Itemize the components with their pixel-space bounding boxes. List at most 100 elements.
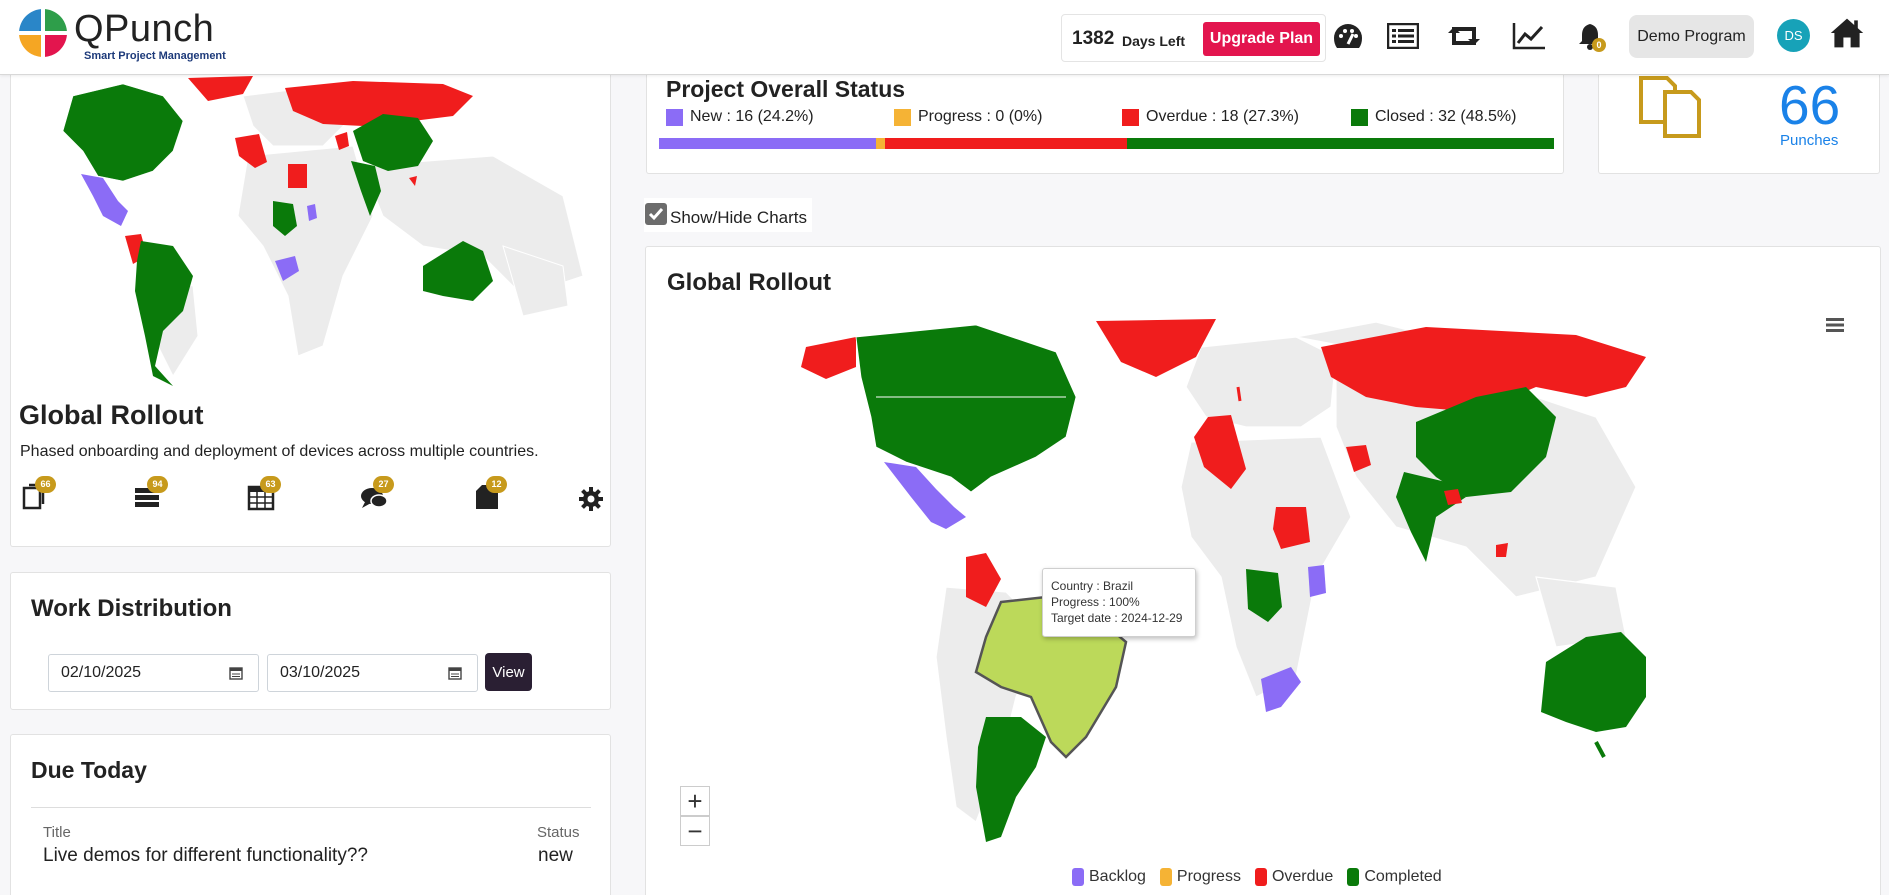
show-hide-charts-toggle[interactable]: Show/Hide Charts <box>644 198 812 232</box>
calendar-picker-icon[interactable] <box>229 666 243 680</box>
dashboard-icon[interactable] <box>1330 18 1366 54</box>
zoom-in-button[interactable]: + <box>680 786 710 816</box>
status-legend-progress: Progress : 0 (0%) <box>894 108 1042 126</box>
tasks-count-badge: 94 <box>147 476 168 493</box>
tooltip-country: Country : Brazil <box>1051 579 1134 593</box>
tasks-shortcut[interactable]: 94 <box>133 476 168 516</box>
charts-toggle-label: Show/Hide Charts <box>670 208 808 227</box>
column-header-status: Status <box>537 824 580 841</box>
project-title: Global Rollout <box>19 400 204 430</box>
map-title: Global Rollout <box>667 269 831 296</box>
legend-label: Progress <box>1176 868 1241 885</box>
map-tooltip: Country : Brazil Progress : 100% Target … <box>1042 568 1196 637</box>
map-region-kenya[interactable] <box>1308 565 1326 597</box>
brand-name: QPunch <box>74 8 215 50</box>
legend-swatch <box>1122 108 1139 126</box>
divider <box>31 807 591 808</box>
legend-label: Closed : 32 (48.5%) <box>1375 108 1517 125</box>
status-legend-overdue: Overdue : 18 (27.3%) <box>1122 108 1299 126</box>
zoom-out-button[interactable]: − <box>680 816 710 846</box>
copy-documents-icon <box>1639 76 1701 138</box>
upgrade-plan-button[interactable]: Upgrade Plan <box>1203 22 1320 56</box>
due-today-title: Due Today <box>31 757 147 783</box>
map-region-sudan[interactable] <box>1273 507 1310 549</box>
calendar-shortcut[interactable]: 63 <box>246 476 281 516</box>
legend-swatch <box>1159 868 1172 886</box>
calendar-picker-icon[interactable] <box>448 666 462 680</box>
map-region-alaska[interactable] <box>801 337 856 379</box>
status-legend-new: New : 16 (24.2%) <box>666 108 814 126</box>
map-region-argentina[interactable] <box>976 717 1046 842</box>
work-distribution-card: Work Distribution View <box>10 572 611 710</box>
notes-shortcut[interactable]: 12 <box>472 476 507 516</box>
status-bar-segment <box>1127 138 1554 149</box>
map-region-vietnam[interactable] <box>1496 543 1508 557</box>
documents-count-badge: 66 <box>35 476 56 493</box>
legend-label: Progress : 0 (0%) <box>918 108 1043 125</box>
status-bar-segment <box>875 138 886 149</box>
legend-label: Backlog <box>1089 868 1146 885</box>
list-view-icon[interactable] <box>1385 18 1421 54</box>
days-left-number: 1382 <box>1072 28 1115 49</box>
status-legend-closed: Closed : 32 (48.5%) <box>1351 108 1516 126</box>
from-date-input[interactable] <box>48 654 259 692</box>
line-chart-icon <box>1512 23 1545 50</box>
days-left-widget: 1382 Days Left Upgrade Plan <box>1061 14 1326 62</box>
project-description: Phased onboarding and deployment of devi… <box>20 443 539 460</box>
map-legend: Backlog Progress Overdue Completed <box>1072 868 1456 886</box>
to-date-input[interactable] <box>267 654 478 692</box>
legend-label: Completed <box>1364 868 1442 885</box>
notifications-button[interactable]: 0 <box>1572 18 1608 54</box>
legend-backlog[interactable]: Backlog <box>1072 868 1146 886</box>
legend-swatch <box>1347 868 1360 886</box>
analytics-icon[interactable] <box>1511 18 1547 54</box>
brand-logo[interactable]: QPunch Smart Project Management <box>18 8 238 66</box>
days-left-label: Days Left <box>1122 33 1186 49</box>
world-choropleth-map[interactable] <box>776 317 1696 857</box>
charts-checkbox[interactable] <box>645 203 667 225</box>
logo-mark-icon <box>18 8 68 58</box>
notes-count-badge: 12 <box>486 476 507 493</box>
project-overall-status-card: Project Overall Status New : 16 (24.2%) … <box>646 70 1564 174</box>
status-bar-segment <box>659 138 876 149</box>
project-mini-map <box>62 76 584 386</box>
due-item-title[interactable]: Live demos for different functionality?? <box>43 845 368 867</box>
legend-swatch <box>1254 868 1267 886</box>
notification-count-badge: 0 <box>1592 38 1606 52</box>
brand-tagline: Smart Project Management <box>84 50 226 62</box>
due-item-status: new <box>538 845 573 866</box>
punches-count: 66 <box>1779 74 1841 136</box>
map-region-europe[interactable] <box>1185 336 1337 428</box>
list-icon <box>1387 23 1419 49</box>
home-button[interactable] <box>1829 15 1865 51</box>
user-avatar[interactable]: DS <box>1777 19 1810 52</box>
gauge-icon <box>1334 24 1362 48</box>
project-card: Global Rollout Phased onboarding and dep… <box>10 70 611 547</box>
home-icon <box>1830 18 1864 48</box>
legend-swatch <box>666 108 683 126</box>
legend-label: Overdue <box>1271 868 1334 885</box>
comments-shortcut[interactable]: 27 <box>359 476 394 516</box>
top-navbar: QPunch Smart Project Management 1382 Day… <box>0 0 1889 75</box>
program-selector-button[interactable]: Demo Program <box>1629 15 1754 58</box>
punches-card[interactable]: 66 Punches <box>1598 70 1880 174</box>
legend-label: Overdue : 18 (27.3%) <box>1146 108 1299 125</box>
project-settings-button[interactable] <box>578 486 612 520</box>
legend-progress[interactable]: Progress <box>1159 868 1241 886</box>
legend-completed[interactable]: Completed <box>1347 868 1442 886</box>
view-button[interactable]: View <box>485 653 532 691</box>
map-region-africa[interactable] <box>1180 436 1352 698</box>
due-today-card: Due Today Title Status Live demos for di… <box>10 734 611 895</box>
calendar-count-badge: 63 <box>260 476 281 493</box>
overall-status-title: Project Overall Status <box>666 76 906 102</box>
documents-shortcut[interactable]: 66 <box>21 476 56 516</box>
legend-label: New : 16 (24.2%) <box>690 108 814 125</box>
legend-swatch <box>1351 108 1368 126</box>
legend-overdue[interactable]: Overdue <box>1254 868 1334 886</box>
comments-count-badge: 27 <box>373 476 394 493</box>
sync-icon[interactable] <box>1446 18 1482 54</box>
punches-label: Punches <box>1780 132 1839 149</box>
gear-icon <box>579 487 603 511</box>
chart-menu-icon[interactable] <box>1825 317 1845 333</box>
column-header-title: Title <box>43 824 71 841</box>
